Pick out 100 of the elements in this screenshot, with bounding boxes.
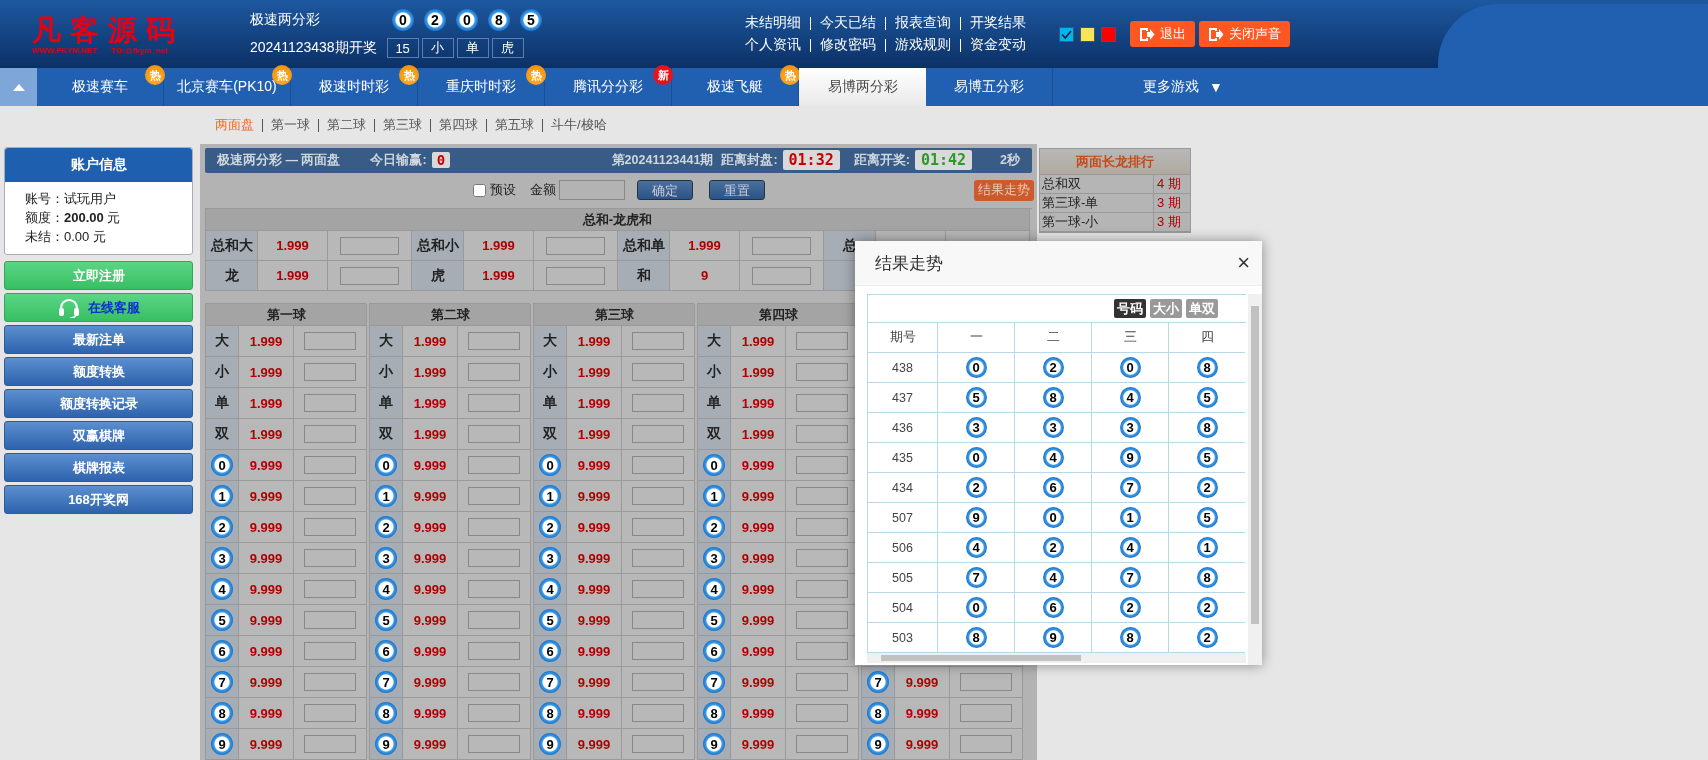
sidebar-button[interactable]: 在线客服 xyxy=(4,293,193,322)
bet-input[interactable] xyxy=(468,580,520,598)
game-tab[interactable]: 北京赛车(PK10) 热 xyxy=(164,68,291,106)
bet-input[interactable] xyxy=(796,549,848,567)
header-link[interactable]: 今天已结 xyxy=(811,14,885,32)
play-tab[interactable]: 第二球 xyxy=(319,116,374,134)
header-button[interactable]: 关闭声音 xyxy=(1199,21,1290,47)
bet-input[interactable] xyxy=(632,673,684,691)
bet-input[interactable] xyxy=(304,704,356,722)
bet-input[interactable] xyxy=(304,673,356,691)
bet-input[interactable] xyxy=(304,611,356,629)
bet-input[interactable] xyxy=(751,266,812,285)
play-tab[interactable]: 第五球 xyxy=(487,116,542,134)
game-tab[interactable]: 极速时时彩 热 xyxy=(291,68,418,106)
bet-input[interactable] xyxy=(632,611,684,629)
bet-input[interactable] xyxy=(796,611,848,629)
bet-input[interactable] xyxy=(796,394,848,412)
bet-input[interactable] xyxy=(304,456,356,474)
bet-input[interactable] xyxy=(751,236,812,255)
collapse-button[interactable] xyxy=(0,68,37,106)
play-tab[interactable]: 第一球 xyxy=(263,116,318,134)
bet-input[interactable] xyxy=(468,456,520,474)
caret-glyph[interactable]: ▼ xyxy=(1209,79,1223,95)
bet-input[interactable] xyxy=(339,266,400,285)
bet-input[interactable] xyxy=(632,704,684,722)
bet-input[interactable] xyxy=(796,735,848,753)
bet-input[interactable] xyxy=(468,363,520,381)
bet-input[interactable] xyxy=(304,363,356,381)
header-link[interactable]: 开奖结果 xyxy=(961,14,1035,32)
trend-tab[interactable]: 号码 xyxy=(1114,299,1146,318)
bet-input[interactable] xyxy=(632,332,684,350)
game-tab[interactable]: 易博两分彩 xyxy=(799,68,926,106)
header-link[interactable]: 未结明细 xyxy=(745,14,810,32)
bet-input[interactable] xyxy=(304,735,356,753)
bet-input[interactable] xyxy=(796,580,848,598)
game-tab[interactable]: 腾讯分分彩 新 xyxy=(545,68,672,106)
game-tab[interactable]: 易博五分彩 xyxy=(926,68,1053,106)
header-link[interactable]: 资金变动 xyxy=(961,36,1035,54)
amount-field[interactable] xyxy=(559,180,625,201)
bet-input[interactable] xyxy=(960,704,1012,722)
header-link[interactable]: 游戏规则 xyxy=(886,36,960,54)
sidebar-button[interactable]: 棋牌报表 xyxy=(4,453,193,482)
bet-input[interactable] xyxy=(632,580,684,598)
bet-input[interactable] xyxy=(304,425,356,443)
bet-input[interactable] xyxy=(468,549,520,567)
header-button[interactable]: 退出 xyxy=(1130,21,1195,47)
bet-input[interactable] xyxy=(468,611,520,629)
more-games-tab[interactable]: 更多游戏 xyxy=(1143,78,1200,96)
game-tab[interactable]: 重庆时时彩 热 xyxy=(418,68,545,106)
bet-input[interactable] xyxy=(796,456,848,474)
bet-input[interactable] xyxy=(339,236,400,255)
bet-input[interactable] xyxy=(796,425,848,443)
bet-input[interactable] xyxy=(632,642,684,660)
play-tab[interactable]: 第四球 xyxy=(431,116,486,134)
bet-input[interactable] xyxy=(545,266,606,285)
bet-input[interactable] xyxy=(796,673,848,691)
bet-input[interactable] xyxy=(632,363,684,381)
bet-input[interactable] xyxy=(796,363,848,381)
preset-checkbox[interactable] xyxy=(473,183,486,197)
bet-input[interactable] xyxy=(796,518,848,536)
bet-input[interactable] xyxy=(632,518,684,536)
bet-input[interactable] xyxy=(632,549,684,567)
bet-input[interactable] xyxy=(632,487,684,505)
bet-input[interactable] xyxy=(468,518,520,536)
play-tab[interactable]: 斗牛/梭哈 xyxy=(543,116,615,134)
bet-input[interactable] xyxy=(468,735,520,753)
bet-input[interactable] xyxy=(304,518,356,536)
bet-input[interactable] xyxy=(304,394,356,412)
bet-input[interactable] xyxy=(796,642,848,660)
theme-swatch[interactable] xyxy=(1101,26,1116,42)
bet-input[interactable] xyxy=(468,425,520,443)
sidebar-button[interactable]: 最新注单 xyxy=(4,325,193,354)
bet-input[interactable] xyxy=(796,704,848,722)
bet-input[interactable] xyxy=(468,394,520,412)
sidebar-button[interactable]: 双赢棋牌 xyxy=(4,421,193,450)
bet-input[interactable] xyxy=(304,549,356,567)
play-tab[interactable]: 第三球 xyxy=(375,116,430,134)
reset-button[interactable]: 重置 xyxy=(709,180,765,201)
bet-input[interactable] xyxy=(468,704,520,722)
bet-input[interactable] xyxy=(468,487,520,505)
bet-input[interactable] xyxy=(632,456,684,474)
confirm-button[interactable]: 确定 xyxy=(637,180,693,201)
theme-swatch[interactable] xyxy=(1080,26,1095,42)
bet-input[interactable] xyxy=(632,425,684,443)
bet-input[interactable] xyxy=(468,673,520,691)
header-link[interactable]: 修改密码 xyxy=(811,36,885,54)
bet-input[interactable] xyxy=(304,487,356,505)
bet-input[interactable] xyxy=(960,673,1012,691)
bet-input[interactable] xyxy=(796,332,848,350)
game-tab[interactable]: 极速赛车 热 xyxy=(37,68,164,106)
sidebar-button[interactable]: 168开奖网 xyxy=(4,485,193,514)
bet-input[interactable] xyxy=(304,332,356,350)
bet-input[interactable] xyxy=(796,487,848,505)
bet-input[interactable] xyxy=(632,735,684,753)
sidebar-button[interactable]: 额度转换记录 xyxy=(4,389,193,418)
bet-input[interactable] xyxy=(632,394,684,412)
bet-input[interactable] xyxy=(468,642,520,660)
header-link[interactable]: 个人资讯 xyxy=(745,36,810,54)
bet-input[interactable] xyxy=(468,332,520,350)
theme-swatch[interactable] xyxy=(1059,26,1074,42)
